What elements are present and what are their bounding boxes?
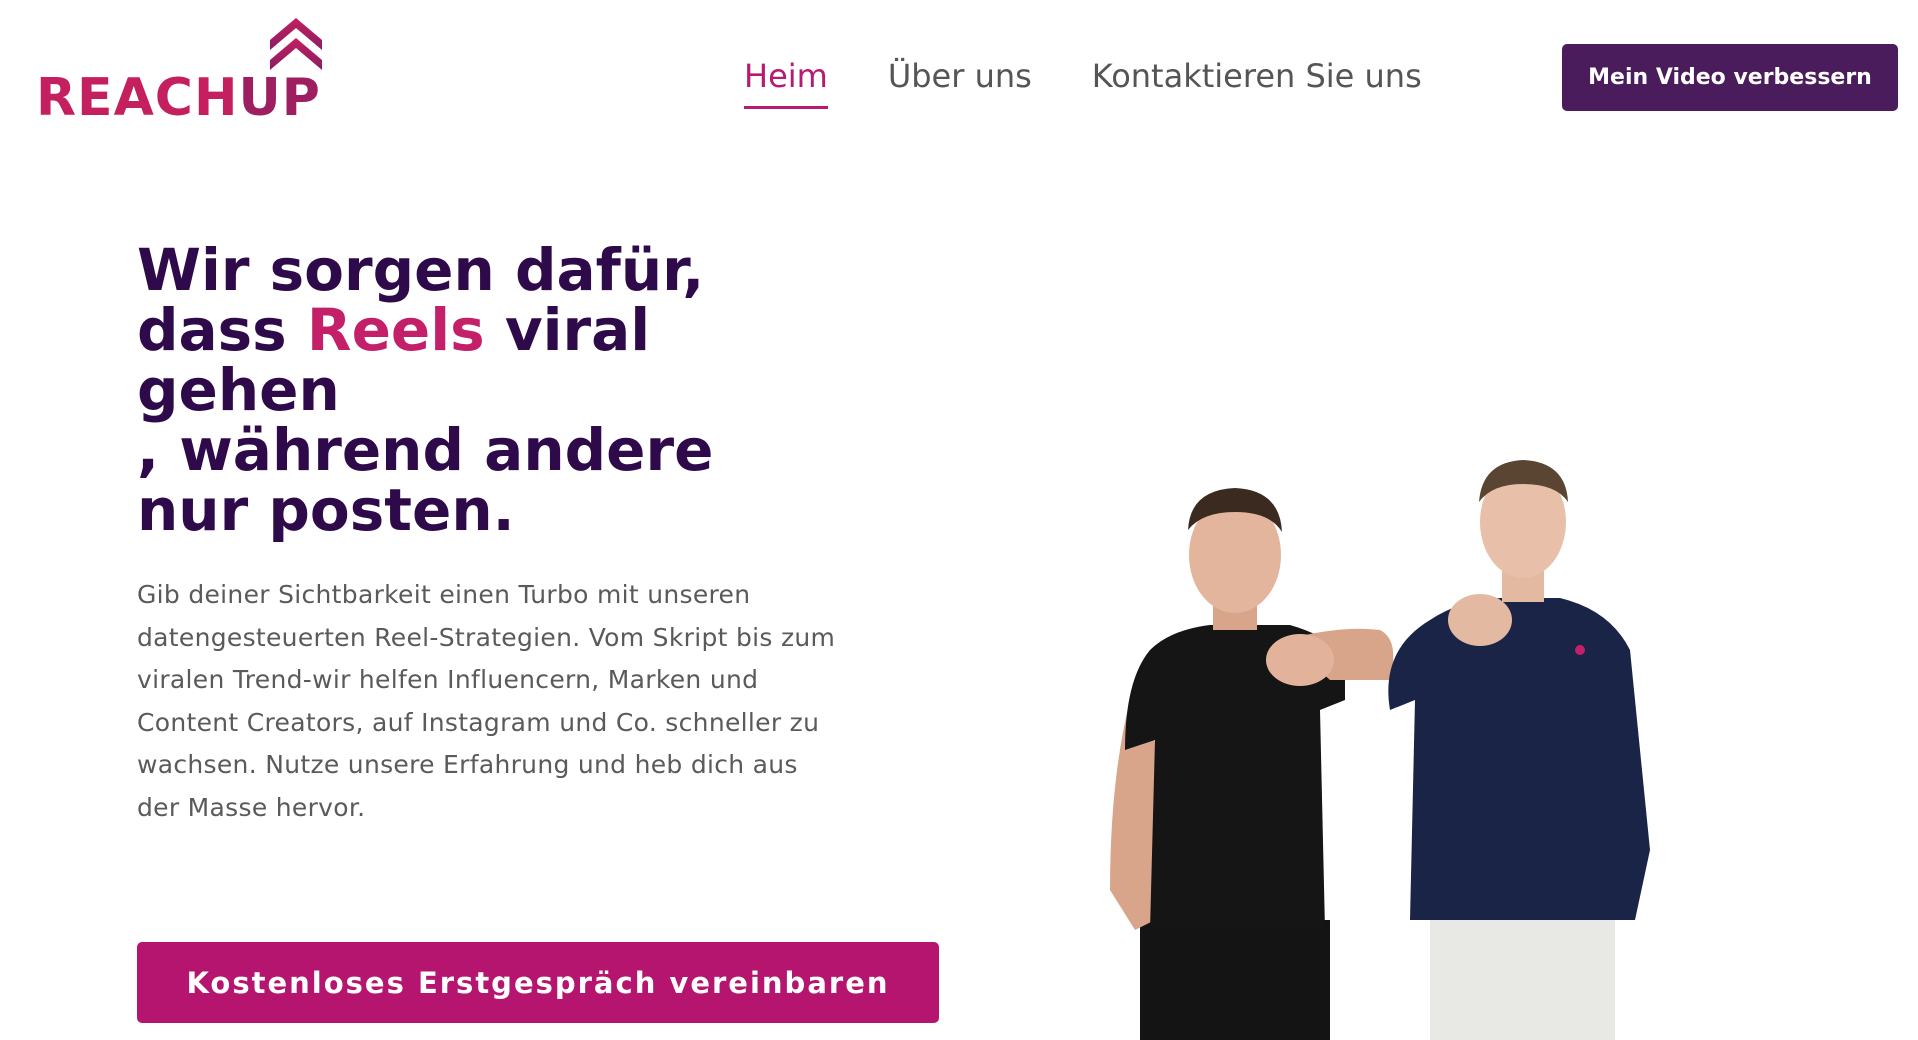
- reachup-logo[interactable]: REACHUP: [36, 18, 336, 130]
- headline-line-3: gehen: [137, 356, 340, 424]
- main-nav: Heim Über uns Kontaktieren Sie uns: [744, 54, 1422, 109]
- nav-item-kontakt[interactable]: Kontaktieren Sie uns: [1092, 54, 1422, 106]
- landing-page: REACHUP Heim Über uns Kontaktieren Sie u…: [0, 0, 1918, 1040]
- person-left: [1110, 488, 1394, 1040]
- headline-line-1: Wir sorgen dafür,: [137, 236, 705, 304]
- headline-line-2a: dass: [137, 296, 307, 364]
- team-photo: [1110, 460, 1650, 1040]
- logo-text-b: UP: [238, 68, 321, 128]
- hero-lead-text: Gib deiner Sichtbarkeit einen Turbo mit …: [137, 580, 836, 822]
- headline-accent-reels: Reels: [306, 296, 485, 364]
- headline-line-4: , während andere: [137, 416, 714, 484]
- logo-wordmark: REACHUP: [36, 72, 321, 124]
- nav-item-ueber-uns[interactable]: Über uns: [888, 54, 1032, 106]
- improve-video-button[interactable]: Mein Video verbessern: [1562, 44, 1898, 111]
- logo-text-a: REACH: [36, 68, 239, 128]
- nav-item-heim[interactable]: Heim: [744, 54, 828, 109]
- headline-line-2b: viral: [484, 296, 651, 364]
- hero-headline: Wir sorgen dafür, dass Reels viral gehen…: [137, 240, 837, 540]
- person-right: [1388, 460, 1650, 1040]
- free-consultation-button[interactable]: Kostenloses Erstgespräch vereinbaren: [137, 942, 939, 1023]
- headline-line-5: nur posten.: [137, 476, 515, 544]
